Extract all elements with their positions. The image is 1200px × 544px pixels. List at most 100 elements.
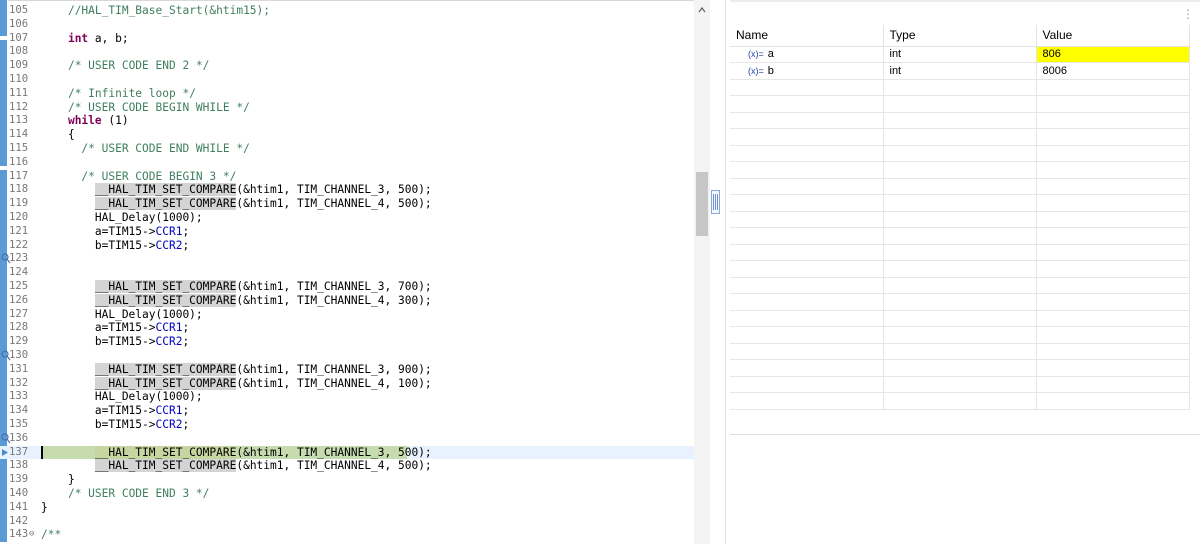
view-menu-icon[interactable]: ⋮ (1182, 7, 1194, 21)
code-token: __HAL_TIM_SET_COMPARE (94, 183, 237, 197)
code-line[interactable]: 132 __HAL_TIM_SET_COMPARE(&htim1, TIM_CH… (0, 376, 694, 391)
code-text: /* USER CODE END 3 */ (41, 487, 209, 501)
empty-cell (883, 178, 1037, 195)
code-token: } (41, 500, 48, 514)
empty-table-row (730, 293, 1190, 311)
code-line[interactable]: 138 __HAL_TIM_SET_COMPARE(&htim1, TIM_CH… (0, 459, 694, 473)
column-header-value[interactable]: Value (1036, 25, 1190, 47)
column-header-name[interactable]: Name (730, 25, 884, 47)
code-line[interactable]: 117 /* USER CODE BEGIN 3 */ (0, 170, 694, 184)
line-number: 142 (9, 514, 29, 527)
code-line[interactable]: 113 while (1) (0, 114, 694, 128)
code-line[interactable]: 131 __HAL_TIM_SET_COMPARE(&htim1, TIM_CH… (0, 362, 694, 377)
column-header-type[interactable]: Type (883, 25, 1037, 47)
splitter-grip-icon[interactable] (711, 190, 720, 214)
pane-splitter[interactable] (710, 0, 726, 544)
editor-scroll-thumb[interactable] (696, 172, 708, 236)
variable-name-cell[interactable]: (x)= b (730, 62, 884, 80)
code-line[interactable]: 120 HAL_Delay(1000); (0, 211, 694, 225)
code-token: //HAL_TIM_Base_Start(&htim15); (67, 4, 271, 17)
empty-cell (730, 326, 884, 344)
code-line[interactable]: 129 b=TIM15->CCR2; (0, 335, 694, 349)
code-line[interactable]: 139 } (0, 473, 694, 487)
fold-toggle-icon[interactable]: ⊖ (29, 528, 34, 542)
code-line[interactable]: 119 __HAL_TIM_SET_COMPARE(&htim1, TIM_CH… (0, 197, 694, 211)
empty-cell (1036, 260, 1190, 278)
code-line[interactable]: 135 b=TIM15->CCR2; (0, 418, 694, 432)
line-number: 122 (9, 238, 29, 251)
code-line[interactable]: 112 /* USER CODE BEGIN WHILE */ (0, 101, 694, 115)
code-token: (&htim1, TIM_CHANNEL_3, 900); (236, 362, 432, 376)
line-number: 135 (9, 418, 29, 430)
code-line[interactable]: 125 __HAL_TIM_SET_COMPARE(&htim1, TIM_CH… (0, 280, 694, 294)
line-number: 127 (9, 307, 29, 320)
code-line[interactable]: 108 (0, 45, 694, 59)
empty-cell (883, 95, 1037, 113)
empty-table-row (730, 145, 1190, 162)
empty-cell (883, 145, 1037, 162)
line-number: 114 (9, 128, 29, 141)
code-token: while (67, 114, 102, 128)
code-text: __HAL_TIM_SET_COMPARE(&htim1, TIM_CHANNE… (41, 280, 432, 294)
code-line[interactable]: 140 /* USER CODE END 3 */ (0, 487, 694, 501)
code-line[interactable]: 121 a=TIM15->CCR1; (0, 225, 694, 239)
code-line[interactable]: 126 __HAL_TIM_SET_COMPARE(&htim1, TIM_CH… (0, 293, 694, 308)
code-token: a=TIM15-> (41, 321, 156, 335)
code-line[interactable]: 137 __HAL_TIM_SET_COMPARE(&htim1, TIM_CH… (0, 445, 694, 460)
code-line[interactable]: 114 { (0, 128, 694, 142)
code-editor[interactable]: 105 //HAL_TIM_Base_Start(&htim15); 106 107… (0, 0, 712, 544)
scroll-up-arrow-icon[interactable] (698, 6, 706, 14)
code-token: HAL_Delay(1000); (41, 211, 203, 224)
variable-name-cell[interactable]: (x)= a (730, 46, 884, 63)
variable-row[interactable]: (x)= b int 8006 (730, 62, 1190, 80)
code-line[interactable]: 118 __HAL_TIM_SET_COMPARE(&htim1, TIM_CH… (0, 183, 694, 197)
code-line[interactable]: 107 int a, b; (0, 32, 694, 46)
code-line[interactable]: 130 (0, 349, 694, 363)
code-line[interactable]: 141} (0, 501, 694, 515)
code-line[interactable]: 116 (0, 156, 694, 170)
code-line[interactable]: 143 ⊖/** (0, 528, 694, 542)
code-token: __HAL_TIM_SET_COMPARE (94, 293, 237, 307)
empty-cell (1036, 128, 1190, 146)
variables-header-row: Name Type Value (730, 25, 1190, 47)
empty-table-row (730, 161, 1190, 179)
line-number: 116 (9, 155, 29, 168)
code-line[interactable]: 133 HAL_Delay(1000); (0, 390, 694, 404)
variable-row[interactable]: (x)= a int 806 (730, 46, 1190, 63)
variable-value-cell[interactable]: 806 (1036, 46, 1190, 63)
code-line[interactable]: 105 //HAL_TIM_Base_Start(&htim15); (0, 4, 694, 18)
code-line[interactable]: 127 HAL_Delay(1000); (0, 308, 694, 322)
variable-icon: (x)= (748, 49, 764, 60)
code-line[interactable]: 109 /* USER CODE END 2 */ (0, 59, 694, 73)
code-line[interactable]: 136 (0, 432, 694, 446)
empty-cell (1036, 227, 1190, 245)
code-line[interactable]: 142 (0, 515, 694, 529)
code-token: int (67, 31, 89, 45)
code-line[interactable]: 122 b=TIM15->CCR2; (0, 239, 694, 253)
code-token: /* USER CODE END 3 */ (67, 487, 210, 500)
empty-cell (1036, 293, 1190, 311)
code-line[interactable]: 134 a=TIM15->CCR1; (0, 404, 694, 418)
code-line[interactable]: 128 a=TIM15->CCR1; (0, 321, 694, 335)
code-text: /** (41, 528, 61, 542)
code-line[interactable]: 110 (0, 73, 694, 87)
variables-table: Name Type Value (x)= a int 806 (x)= b int 8006 (730, 25, 1190, 410)
variable-value-cell[interactable]: 8006 (1036, 62, 1190, 80)
code-token: b=TIM15-> (41, 335, 156, 349)
empty-cell (883, 112, 1037, 129)
line-number: 118 (9, 183, 29, 196)
code-line[interactable]: 106 (0, 18, 694, 32)
code-line[interactable]: 115 /* USER CODE END WHILE */ (0, 142, 694, 156)
code-line[interactable]: 111 /* Infinite loop */ (0, 87, 694, 101)
code-line[interactable]: 124 (0, 266, 694, 280)
empty-cell (730, 145, 884, 162)
code-token: { (41, 128, 75, 142)
code-line[interactable]: 123 (0, 252, 694, 266)
editor-vertical-scrollbar[interactable] (694, 0, 710, 544)
code-token: /* USER CODE END WHILE */ (81, 142, 250, 155)
code-token: ; (182, 321, 190, 335)
